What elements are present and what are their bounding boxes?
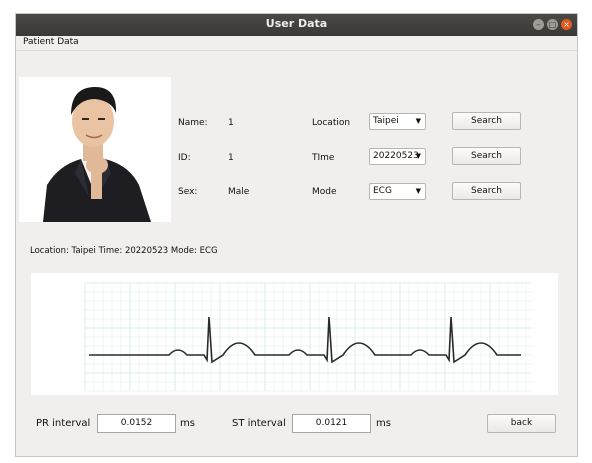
pr-interval-unit: ms bbox=[180, 418, 195, 429]
status-time-value: 20220523 bbox=[124, 246, 169, 256]
st-interval-label: ST interval bbox=[232, 418, 286, 429]
mode-label: Mode bbox=[312, 187, 337, 197]
window-title: User Data bbox=[265, 17, 328, 30]
sex-label: Sex: bbox=[178, 187, 198, 197]
pr-interval-field[interactable]: 0.0152 bbox=[97, 414, 176, 433]
status-location-value: Taipei bbox=[71, 246, 96, 256]
status-mode-value: ECG bbox=[199, 246, 218, 256]
st-interval-field[interactable]: 0.0121 bbox=[292, 414, 371, 433]
status-mode-label: Mode: bbox=[170, 246, 197, 256]
location-select[interactable]: Taipei ▼ bbox=[369, 113, 426, 130]
mode-select[interactable]: ECG ▼ bbox=[369, 183, 426, 200]
mode-select-value: ECG bbox=[373, 186, 392, 196]
name-value: 1 bbox=[228, 118, 234, 128]
chevron-down-icon: ▼ bbox=[415, 117, 421, 125]
status-location-label: Location: bbox=[30, 246, 69, 256]
location-select-value: Taipei bbox=[373, 116, 399, 126]
user-data-window: User Data – □ × Patient Data Name: 1 ID:… bbox=[15, 13, 578, 457]
chevron-down-icon: ▼ bbox=[415, 187, 421, 195]
status-line: Location: Taipei Time: 20220523 Mode: EC… bbox=[30, 246, 218, 256]
back-button[interactable]: back bbox=[487, 414, 556, 433]
menu-patient-data[interactable]: Patient Data bbox=[23, 37, 79, 47]
id-label: ID: bbox=[178, 153, 191, 163]
menu-bar: Patient Data bbox=[16, 36, 577, 51]
chevron-down-icon: ▼ bbox=[415, 152, 421, 160]
name-label: Name: bbox=[178, 118, 208, 128]
search-mode-button[interactable]: Search bbox=[452, 182, 521, 200]
title-bar[interactable]: User Data – □ × bbox=[16, 14, 577, 36]
search-time-button[interactable]: Search bbox=[452, 147, 521, 165]
search-location-button[interactable]: Search bbox=[452, 112, 521, 130]
id-value: 1 bbox=[228, 153, 234, 163]
time-label: TIme bbox=[312, 153, 335, 163]
ecg-waveform bbox=[84, 282, 531, 392]
location-label: Location bbox=[312, 118, 351, 128]
patient-photo bbox=[19, 77, 171, 222]
time-select[interactable]: 20220523 ▼ bbox=[369, 148, 426, 165]
status-time-label: Time: bbox=[98, 246, 123, 256]
ecg-waveform-panel bbox=[31, 273, 558, 395]
close-icon[interactable]: × bbox=[561, 19, 572, 30]
minimize-icon[interactable]: – bbox=[533, 19, 544, 30]
sex-value: Male bbox=[228, 187, 250, 197]
maximize-icon[interactable]: □ bbox=[547, 19, 558, 30]
pr-interval-label: PR interval bbox=[36, 418, 91, 429]
time-select-value: 20220523 bbox=[373, 151, 419, 161]
st-interval-unit: ms bbox=[376, 418, 391, 429]
